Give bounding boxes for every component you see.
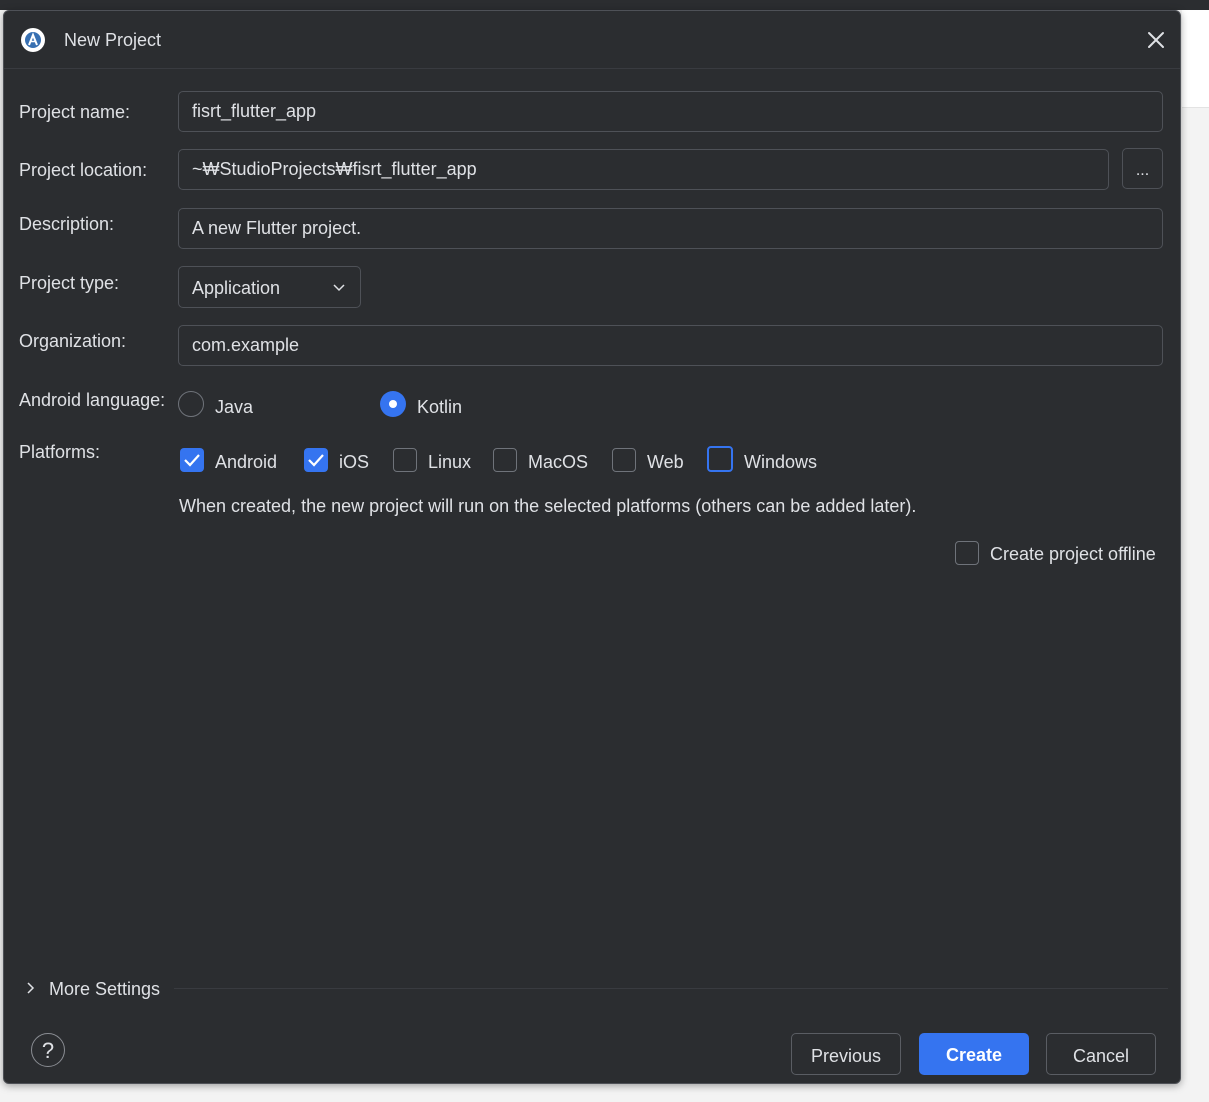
- web-checkbox[interactable]: [612, 448, 636, 472]
- macos-checkbox[interactable]: [493, 448, 517, 472]
- android-studio-logo-icon: [21, 28, 45, 52]
- organization-label: Organization:: [19, 331, 127, 351]
- offline-checkbox[interactable]: [955, 541, 979, 565]
- project-type-value: Application: [192, 278, 281, 298]
- windows-checkbox[interactable]: [707, 446, 733, 472]
- previous-button[interactable]: Previous: [791, 1033, 901, 1075]
- create-button[interactable]: Create: [919, 1033, 1029, 1075]
- more-settings-divider: [174, 988, 1168, 989]
- kotlin-radio-label: Kotlin: [417, 397, 463, 417]
- checkmark-icon: [184, 454, 200, 467]
- macos-checkbox-label: MacOS: [528, 452, 589, 472]
- kotlin-radio[interactable]: [380, 391, 406, 417]
- android-language-label: Android language:: [19, 390, 166, 410]
- cancel-button[interactable]: Cancel: [1046, 1033, 1156, 1075]
- more-settings-toggle[interactable]: More Settings: [22, 977, 1172, 1003]
- platforms-label: Platforms:: [19, 442, 101, 462]
- chevron-down-icon: [332, 280, 346, 299]
- project-name-input[interactable]: [178, 91, 1163, 132]
- checkmark-icon: [308, 454, 324, 467]
- offline-checkbox-label: Create project offline: [990, 544, 1156, 564]
- browse-location-button[interactable]: ...: [1122, 148, 1163, 189]
- project-type-label: Project type:: [19, 273, 120, 293]
- java-radio[interactable]: [178, 391, 204, 417]
- new-project-dialog: New Project Project name: Project locati…: [3, 10, 1181, 1084]
- description-input[interactable]: [178, 208, 1163, 249]
- background-window-panel: [1182, 10, 1209, 108]
- chevron-right-icon: [27, 982, 35, 994]
- android-checkbox-label: Android: [215, 452, 278, 472]
- dialog-title-bar: New Project: [4, 11, 1180, 69]
- background-window-bar: [0, 0, 1209, 10]
- project-location-input[interactable]: [178, 149, 1109, 190]
- web-checkbox-label: Web: [647, 452, 684, 472]
- android-checkbox[interactable]: [180, 448, 204, 472]
- more-settings-label: More Settings: [49, 979, 161, 999]
- project-name-label: Project name:: [19, 102, 131, 122]
- linux-checkbox[interactable]: [393, 448, 417, 472]
- project-location-label: Project location:: [19, 160, 148, 180]
- dialog-title: New Project: [64, 30, 162, 50]
- java-radio-label: Java: [215, 397, 254, 417]
- ios-checkbox-label: iOS: [339, 452, 370, 472]
- project-type-dropdown[interactable]: Application: [178, 266, 361, 308]
- close-icon: [1148, 32, 1164, 48]
- linux-checkbox-label: Linux: [428, 452, 472, 472]
- windows-checkbox-label: Windows: [744, 452, 818, 472]
- ios-checkbox[interactable]: [304, 448, 328, 472]
- platforms-hint: When created, the new project will run o…: [179, 496, 917, 516]
- close-button[interactable]: [1144, 28, 1168, 52]
- description-label: Description:: [19, 214, 115, 234]
- help-button[interactable]: ?: [31, 1033, 65, 1067]
- organization-input[interactable]: [178, 325, 1163, 366]
